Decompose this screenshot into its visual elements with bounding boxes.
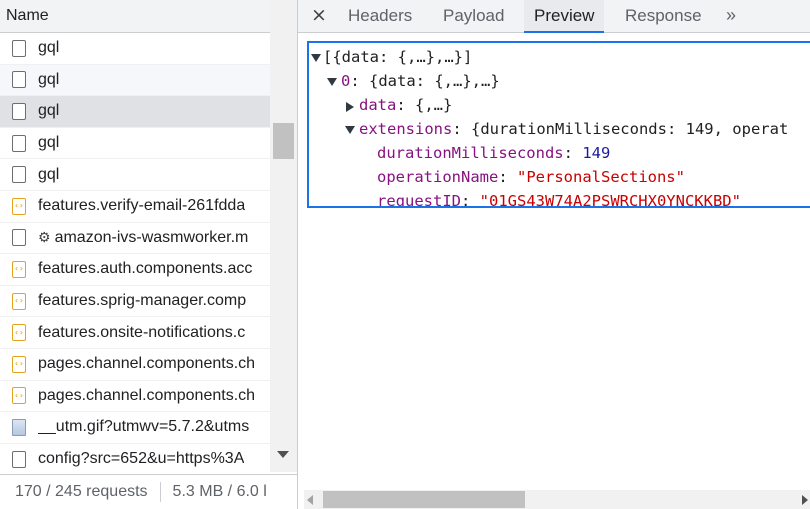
operation-key: operationName: [377, 168, 499, 186]
tab-response[interactable]: Response: [625, 0, 702, 33]
script-icon: ‹›: [12, 260, 26, 278]
request-row[interactable]: ‹› pages.channel.components.ch: [0, 381, 270, 413]
script-icon: ‹›: [12, 387, 26, 405]
request-id-value: "01GS43W74A2PSWRCHX0YNCKKBD": [479, 192, 741, 208]
script-icon: ‹›: [12, 197, 26, 215]
json-preview-tree: [{data: {,…},…}] 0: {data: {,…},…} data:…: [307, 41, 810, 208]
tree-data-node[interactable]: data: {,…}: [309, 93, 810, 117]
document-icon: [12, 71, 26, 89]
request-count: 170 / 245 requests: [15, 483, 148, 500]
collapsed-triangle-icon[interactable]: [346, 102, 354, 112]
request-name: features.auth.components.acc: [38, 260, 253, 278]
scrollbar-thumb[interactable]: [323, 491, 525, 508]
tab-preview[interactable]: Preview: [524, 0, 605, 33]
script-icon: ‹›: [12, 355, 26, 373]
request-row[interactable]: gql: [0, 33, 270, 65]
document-icon: [12, 166, 26, 184]
request-detail-panel: × Headers Payload Preview Response » [{d…: [298, 0, 810, 509]
request-name: gql: [38, 102, 60, 120]
document-icon: [12, 450, 26, 468]
tab-payload[interactable]: Payload: [443, 0, 504, 33]
expand-triangle-icon[interactable]: [345, 126, 355, 134]
extensions-key: extensions: [359, 120, 453, 138]
request-rows: gql gql gql gql gql ‹› features.verify-e…: [0, 33, 270, 476]
expand-triangle-icon[interactable]: [311, 54, 321, 62]
request-name: amazon-ivs-wasmworker.m: [54, 228, 249, 246]
request-row-selected[interactable]: gql: [0, 96, 270, 128]
request-name: __utm.gif?utmwv=5.7.2&utms: [38, 418, 250, 436]
document-icon: [12, 229, 26, 247]
request-row[interactable]: ‹› features.sprig-manager.comp: [0, 286, 270, 318]
request-name: gql: [38, 39, 60, 57]
expand-triangle-icon[interactable]: [327, 78, 337, 86]
request-list-scrollbar[interactable]: [270, 0, 297, 472]
request-name: gql: [38, 165, 60, 183]
request-row[interactable]: config?src=652&u=https%3A: [0, 444, 270, 476]
image-icon: [12, 418, 26, 436]
detail-tab-bar: × Headers Payload Preview Response »: [298, 0, 810, 33]
transferred-size: 5.3 MB / 6.0 l: [172, 483, 267, 500]
request-row[interactable]: gql: [0, 128, 270, 160]
extensions-summary: {durationMilliseconds: 149, operat: [471, 120, 789, 138]
request-name: features.verify-email-261fdda: [38, 197, 246, 215]
request-row[interactable]: gql: [0, 64, 270, 97]
request-row[interactable]: ‹› pages.channel.components.ch: [0, 349, 270, 381]
request-name: pages.channel.components.ch: [38, 355, 256, 373]
item-index: 0: [341, 72, 351, 90]
request-row[interactable]: __utm.gif?utmwv=5.7.2&utms: [0, 412, 270, 444]
name-column-header[interactable]: Name: [0, 0, 270, 33]
status-divider: [159, 482, 161, 502]
tree-extensions-node[interactable]: extensions: {durationMilliseconds: 149, …: [309, 117, 810, 141]
request-name: gql: [38, 70, 60, 88]
network-status-bar: 170 / 245 requests 5.3 MB / 6.0 l: [0, 474, 297, 509]
scroll-right-arrow-icon[interactable]: [802, 495, 808, 505]
request-row[interactable]: gql: [0, 159, 270, 191]
scrollbar-thumb[interactable]: [273, 123, 294, 159]
request-id-key: requestID: [377, 192, 461, 208]
tree-operation-field: operationName: "PersonalSections": [377, 168, 685, 186]
request-row[interactable]: ⚙ amazon-ivs-wasmworker.m: [0, 223, 270, 255]
request-name: gql: [38, 134, 60, 152]
request-name: features.onsite-notifications.c: [38, 323, 246, 341]
request-name: pages.channel.components.ch: [38, 386, 256, 404]
tree-item-0[interactable]: 0: {data: {,…},…}: [309, 69, 810, 93]
close-icon[interactable]: ×: [308, 3, 330, 27]
request-list-panel: Name gql gql gql gql gql ‹› features.ver…: [0, 0, 298, 509]
script-icon: ‹›: [12, 292, 26, 310]
tree-root[interactable]: [{data: {,…},…}]: [309, 45, 810, 69]
request-row[interactable]: ‹› features.auth.components.acc: [0, 254, 270, 286]
document-icon: [12, 39, 26, 57]
duration-value: 149: [582, 144, 611, 162]
root-summary: [{data: {,…},…}]: [323, 48, 473, 66]
document-icon: [12, 134, 26, 152]
item-summary: {data: {,…},…}: [369, 72, 500, 90]
tree-requestid-field: requestID: "01GS43W74A2PSWRCHX0YNCKKBD": [377, 192, 741, 208]
request-name: features.sprig-manager.comp: [38, 292, 247, 310]
request-row[interactable]: ‹› features.onsite-notifications.c: [0, 317, 270, 349]
scroll-down-arrow-icon[interactable]: [277, 451, 289, 458]
tree-duration-field: durationMilliseconds: 149: [377, 144, 611, 162]
operation-value: "PersonalSections": [517, 168, 685, 186]
data-summary: {,…}: [415, 96, 453, 114]
request-row[interactable]: ‹› features.verify-email-261fdda: [0, 191, 270, 223]
request-name: config?src=652&u=https%3A: [38, 450, 245, 468]
duration-key: durationMilliseconds: [377, 144, 564, 162]
gear-icon: ⚙: [38, 229, 51, 246]
more-tabs-chevron-icon[interactable]: »: [726, 0, 736, 33]
document-icon: [12, 102, 26, 120]
scroll-left-arrow-icon[interactable]: [307, 495, 313, 505]
script-icon: ‹›: [12, 324, 26, 342]
data-key: data: [359, 96, 397, 114]
tab-headers[interactable]: Headers: [348, 0, 412, 33]
preview-horizontal-scrollbar[interactable]: [304, 490, 810, 509]
